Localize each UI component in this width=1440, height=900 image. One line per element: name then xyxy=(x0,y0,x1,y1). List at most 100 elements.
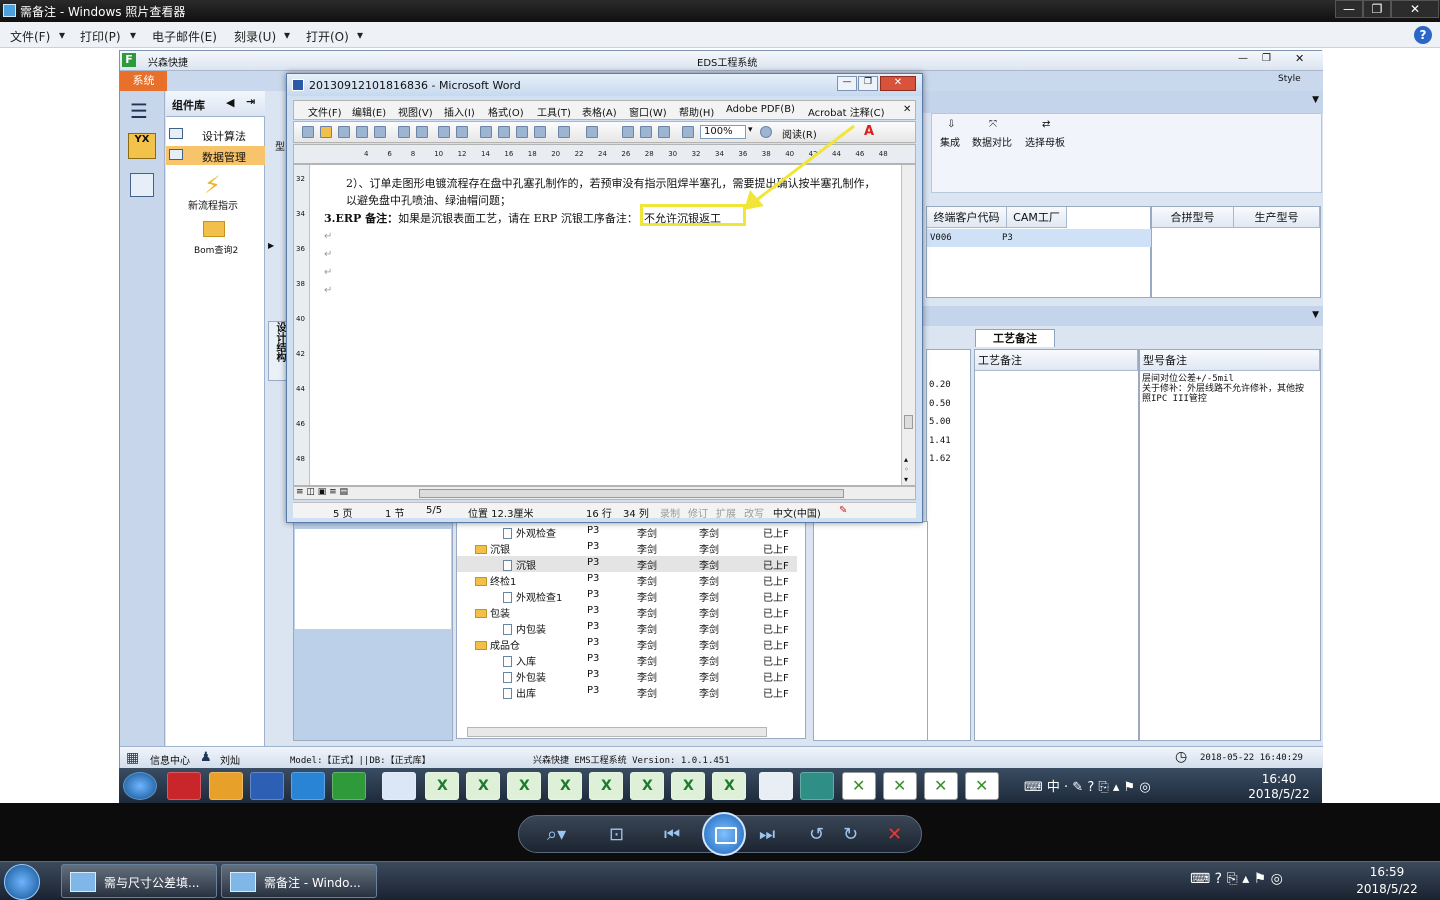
font-color-icon[interactable]: A xyxy=(864,124,874,139)
menu-insert[interactable]: 插入(I) xyxy=(444,104,475,119)
drawing-icon[interactable] xyxy=(682,126,694,138)
column-header[interactable]: 终端客户代码 xyxy=(927,207,1007,228)
excel-icon[interactable] xyxy=(507,772,541,800)
chevron-down-icon[interactable]: ▼ xyxy=(1312,310,1319,320)
menu-view[interactable]: 视图(V) xyxy=(398,104,433,119)
tree-row[interactable]: 入库 P3 李剑 李剑 已上F xyxy=(457,652,797,668)
tab-process-notes[interactable]: 工艺备注 xyxy=(975,329,1055,347)
menu-open[interactable]: 打开(O) xyxy=(306,28,349,45)
columns-icon[interactable] xyxy=(658,126,670,138)
style-label[interactable]: Style xyxy=(1278,74,1301,84)
info-center[interactable]: 信息中心 xyxy=(150,752,190,767)
chevron-left-icon[interactable]: ◀ xyxy=(226,96,234,109)
tree-row[interactable]: 沉银 P3 李剑 李剑 已上F xyxy=(457,540,797,556)
word-minimize-icon[interactable]: — xyxy=(837,76,857,91)
help-icon[interactable]: ? xyxy=(1414,26,1432,44)
menu-table[interactable]: 表格(A) xyxy=(582,104,617,119)
excel-doc-icon[interactable] xyxy=(965,772,999,800)
tree-row[interactable]: 包装 P3 李剑 李剑 已上F xyxy=(457,604,797,620)
ribbon-data-compare[interactable]: 数据对比 xyxy=(972,134,1012,149)
research-icon[interactable] xyxy=(456,126,468,138)
menu-help[interactable]: 帮助(H) xyxy=(679,104,714,119)
component-bom-query[interactable]: Bom查询2 xyxy=(194,243,238,256)
excel-doc-icon[interactable] xyxy=(842,772,876,800)
column-header[interactable]: 合拼型号 xyxy=(1152,207,1234,228)
vertical-scrollbar[interactable]: ▴ ◦ ▾ xyxy=(901,165,915,485)
tree-row[interactable]: 内包装 P3 李剑 李剑 已上F xyxy=(457,620,797,636)
rotate-right-icon[interactable]: ↻ xyxy=(843,824,858,845)
yx-tool-icon[interactable]: YX xyxy=(128,133,156,159)
pin-icon[interactable]: ⇥ xyxy=(246,95,255,108)
excel-icon[interactable] xyxy=(712,772,746,800)
email-icon[interactable] xyxy=(374,126,386,138)
taskbar-item[interactable]: 需与尺寸公差填... xyxy=(61,864,217,898)
chevron-down-icon[interactable]: ▾ xyxy=(284,28,290,42)
prev-page-icon[interactable]: ▴ xyxy=(904,455,908,464)
column-header[interactable]: 型号备注 xyxy=(1140,350,1320,371)
copy-icon[interactable] xyxy=(498,126,510,138)
word-close-icon[interactable]: ✕ xyxy=(880,76,916,91)
open-icon[interactable] xyxy=(320,126,332,138)
menu-email[interactable]: 电子邮件(E) xyxy=(152,28,217,45)
status-extend[interactable]: 扩展 xyxy=(716,505,736,520)
format-painter-icon[interactable] xyxy=(534,126,546,138)
menu-format[interactable]: 格式(O) xyxy=(488,104,524,119)
cut-icon[interactable] xyxy=(480,126,492,138)
tree-row[interactable]: 终检1 P3 李剑 李剑 已上F xyxy=(457,572,797,588)
chevron-down-icon[interactable]: ▾ xyxy=(357,28,363,42)
excel-doc-icon[interactable] xyxy=(883,772,917,800)
browse-object-icon[interactable]: ◦ xyxy=(904,465,909,474)
ribbon-select-motherboard[interactable]: 选择母板 xyxy=(1025,134,1065,149)
menu-tools[interactable]: 工具(T) xyxy=(537,104,571,119)
status-record[interactable]: 录制 xyxy=(660,505,680,520)
word-icon[interactable] xyxy=(382,772,416,800)
eds-minimize-icon[interactable]: — xyxy=(1238,53,1248,64)
slideshow-icon[interactable] xyxy=(702,812,746,856)
excel-icon[interactable] xyxy=(548,772,582,800)
normal-view-icon[interactable]: ≡ ◫ ▣ ≡ ▤ xyxy=(296,487,348,497)
ie-icon[interactable] xyxy=(291,772,325,800)
rotate-left-icon[interactable]: ↺ xyxy=(809,824,824,845)
eds-close-icon[interactable]: ✕ xyxy=(1295,52,1304,65)
scroll-thumb[interactable] xyxy=(904,415,913,429)
save-icon[interactable] xyxy=(338,126,350,138)
spelling-status-icon[interactable]: ✎ xyxy=(839,505,847,516)
tree-row[interactable]: 外包装 P3 李剑 李剑 已上F xyxy=(457,668,797,684)
calculator-icon[interactable] xyxy=(759,772,793,800)
excel-icon[interactable] xyxy=(466,772,500,800)
tab-design-structure[interactable]: 设计结构 xyxy=(268,321,288,381)
tree-row[interactable]: 沉银 P3 李剑 李剑 已上F xyxy=(457,556,797,572)
excel-icon[interactable] xyxy=(589,772,623,800)
permission-icon[interactable] xyxy=(356,126,368,138)
excel-doc-icon[interactable] xyxy=(924,772,958,800)
menu-adobe-pdf[interactable]: Adobe PDF(B) xyxy=(726,104,795,115)
eds-maximize-icon[interactable]: ❐ xyxy=(1262,53,1271,64)
column-header[interactable]: 生产型号 xyxy=(1234,207,1320,228)
tab-system[interactable]: 系统 xyxy=(120,71,167,91)
folder-icon[interactable] xyxy=(203,221,225,237)
menu-print[interactable]: 打印(P) xyxy=(80,28,121,45)
horizontal-scrollbar[interactable]: ≡ ◫ ▣ ≡ ▤ xyxy=(293,486,916,500)
component-data-management[interactable]: 数据管理 xyxy=(166,146,265,165)
status-overtype[interactable]: 改写 xyxy=(744,505,764,520)
next-icon[interactable]: ⏭ xyxy=(759,824,775,845)
tree-row[interactable]: 外观检查1 P3 李剑 李剑 已上F xyxy=(457,588,797,604)
eds-app-icon[interactable] xyxy=(332,772,366,800)
excel-icon[interactable] xyxy=(630,772,664,800)
chevron-down-icon[interactable]: ▼ xyxy=(1312,95,1319,105)
taskbar-item-active[interactable]: 需备注 - Windo... xyxy=(221,864,377,898)
expand-icon[interactable]: ▶ xyxy=(268,241,276,257)
undo-icon[interactable] xyxy=(558,126,570,138)
menu-edit[interactable]: 编辑(E) xyxy=(352,104,386,119)
calculator-icon[interactable] xyxy=(130,173,154,197)
excel-icon[interactable] xyxy=(425,772,459,800)
document-area[interactable]: 32 34 36 38 40 42 44 46 48 2）、订单走图形电镀流程存在盘中孔塞孔制作… xyxy=(293,124,916,486)
tree-row[interactable]: 外观检查 P3 李剑 李剑 已上F xyxy=(457,524,797,540)
hamburger-icon[interactable]: ☰ xyxy=(130,99,148,123)
zoom-icon[interactable]: ⌕▾ xyxy=(547,824,566,845)
print-preview-icon[interactable] xyxy=(416,126,428,138)
menu-close-icon[interactable]: ✕ xyxy=(903,104,911,115)
minimize-icon[interactable]: — xyxy=(1335,0,1363,18)
menu-burn[interactable]: 刻录(U) xyxy=(234,28,276,45)
component-new-flow[interactable]: 新流程指示 xyxy=(188,197,238,212)
